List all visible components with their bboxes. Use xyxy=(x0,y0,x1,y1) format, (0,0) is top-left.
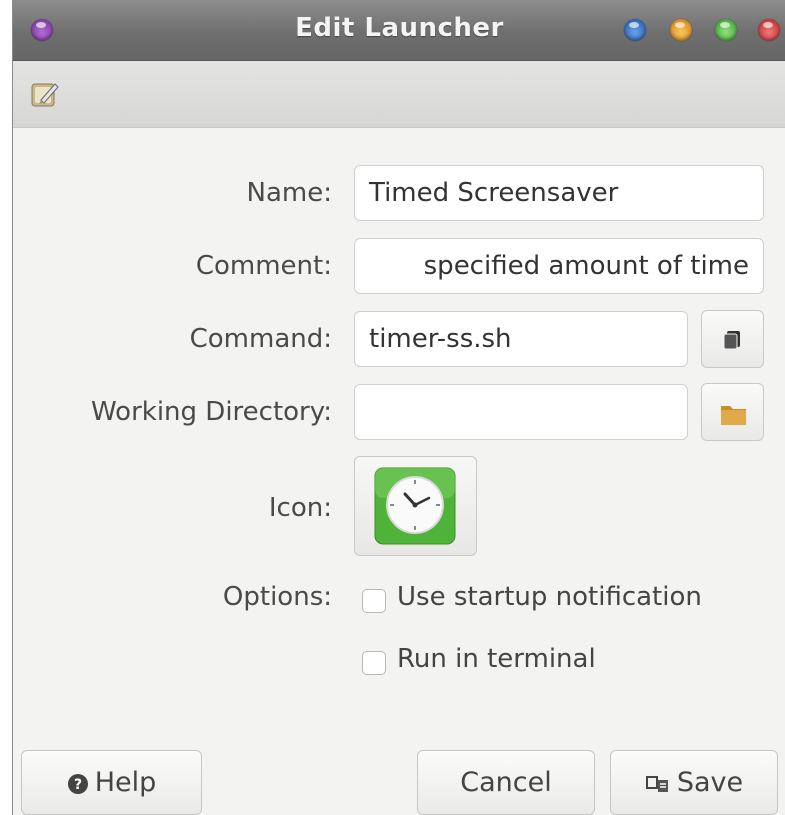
svg-text:?: ? xyxy=(74,777,82,793)
save-button-label: Save xyxy=(676,767,744,798)
executable-file-icon xyxy=(723,331,740,350)
name-label: Name: xyxy=(246,178,332,208)
icon-label: Icon: xyxy=(268,493,332,523)
comment-label: Comment: xyxy=(195,251,332,281)
launcher-icon xyxy=(31,83,59,107)
working-directory-field[interactable] xyxy=(354,384,688,440)
comment-field-text: specified amount of time xyxy=(423,251,749,281)
edit-launcher-window: Edit Launcher Name: Timed Screensaver Co… xyxy=(12,0,785,815)
dialog-header xyxy=(13,61,785,128)
startup-notification-label[interactable]: Use startup notification xyxy=(397,582,702,612)
comment-field[interactable]: specified amount of time xyxy=(354,238,764,294)
shade-button[interactable] xyxy=(624,19,646,41)
help-button[interactable]: ? Help xyxy=(21,750,202,815)
cancel-button-label: Cancel xyxy=(460,767,552,798)
icon-chooser-button[interactable] xyxy=(354,456,477,556)
cancel-button[interactable]: Cancel xyxy=(417,750,595,815)
browse-command-button[interactable] xyxy=(701,310,764,368)
help-button-label: Help xyxy=(94,767,157,798)
maximize-button[interactable] xyxy=(715,19,737,41)
command-label: Command: xyxy=(189,324,332,354)
save-icon xyxy=(645,775,668,792)
close-button[interactable] xyxy=(758,19,780,41)
run-in-terminal-label[interactable]: Run in terminal xyxy=(397,644,596,674)
options-label: Options: xyxy=(222,582,332,612)
browse-directory-button[interactable] xyxy=(701,383,764,441)
name-field[interactable]: Timed Screensaver xyxy=(354,165,764,221)
clock-icon xyxy=(374,467,456,545)
title-bar[interactable]: Edit Launcher xyxy=(13,0,785,61)
folder-icon xyxy=(721,406,746,425)
startup-notification-checkbox[interactable] xyxy=(362,589,386,613)
save-button[interactable]: Save xyxy=(610,750,778,815)
working-directory-label: Working Directory: xyxy=(90,397,332,427)
run-in-terminal-checkbox[interactable] xyxy=(362,651,386,675)
help-icon: ? xyxy=(67,773,88,794)
command-field[interactable]: timer-ss.sh xyxy=(354,311,688,367)
minimize-button[interactable] xyxy=(670,19,692,41)
